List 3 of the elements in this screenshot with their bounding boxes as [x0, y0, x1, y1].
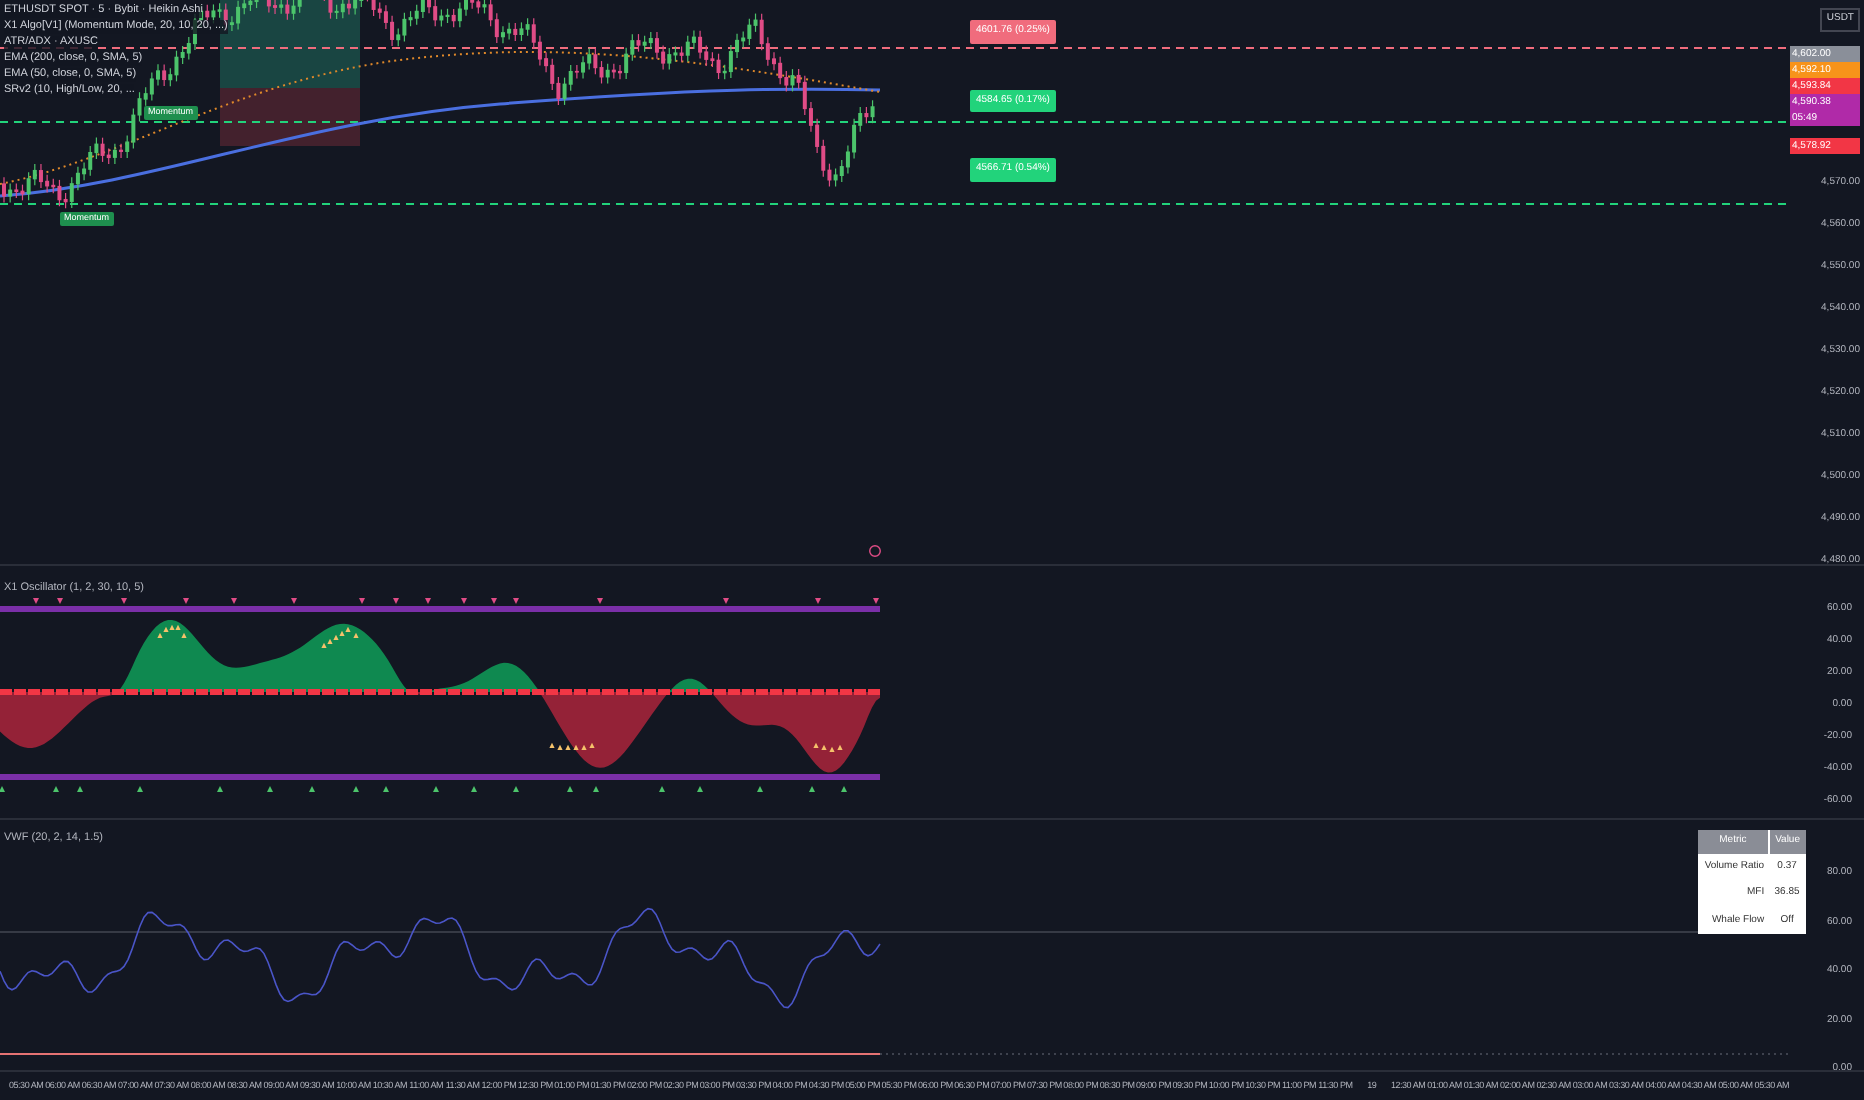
pane-settings-icon[interactable] [868, 544, 882, 558]
bullish-zone [220, 0, 360, 88]
bearish-zone [220, 88, 360, 146]
